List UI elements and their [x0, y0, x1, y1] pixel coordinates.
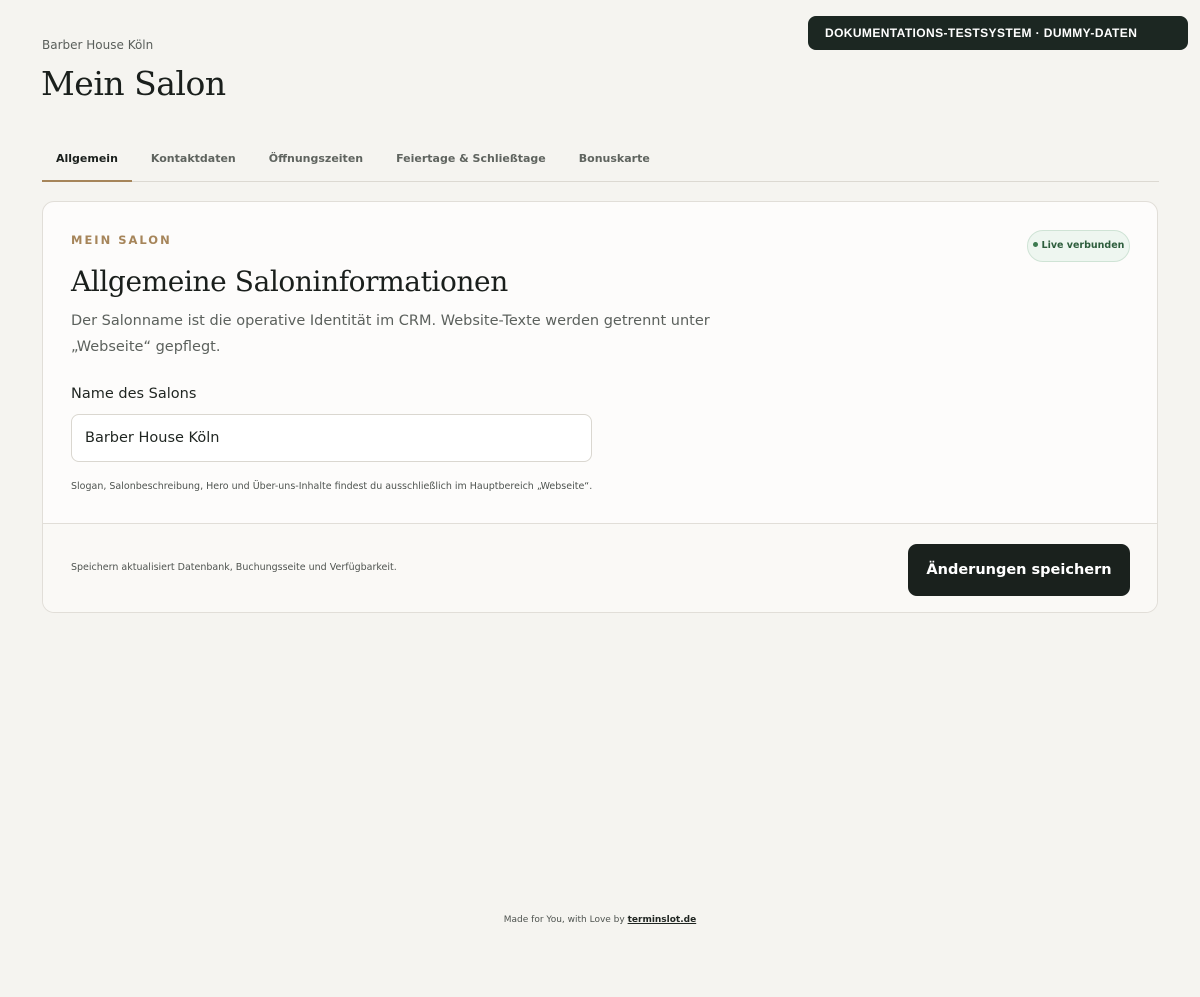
- section-description: Der Salonname ist die operative Identitä…: [71, 313, 710, 355]
- page-footer: Made for You, with Love by terminslot.de: [0, 915, 1200, 925]
- tab-bonuskarte[interactable]: Bonuskarte: [565, 137, 664, 182]
- footer-link[interactable]: terminslot.de: [628, 915, 697, 925]
- salon-name-hint: Slogan, Salonbeschreibung, Hero und Über…: [71, 481, 593, 492]
- salon-name-label: Name des Salons: [71, 386, 197, 402]
- tab-allgemein[interactable]: Allgemein: [42, 137, 132, 182]
- section-eyebrow: MEIN SALON: [71, 233, 172, 247]
- card-footer: Speichern aktualisiert Datenbank, Buchun…: [43, 523, 1157, 612]
- status-dot-icon: [1032, 242, 1038, 247]
- page-title: Mein Salon: [41, 64, 226, 103]
- environment-banner: DOKUMENTATIONS-TESTSYSTEM · DUMMY-DATEN: [808, 16, 1188, 50]
- save-button[interactable]: Änderungen speichern: [908, 544, 1130, 596]
- tab-oeffnungszeiten[interactable]: Öffnungszeiten: [255, 137, 377, 182]
- tab-kontaktdaten[interactable]: Kontaktdaten: [137, 137, 250, 182]
- section-title: Allgemeine Saloninformationen: [71, 265, 508, 298]
- status-badge-label: Live verbunden: [1041, 240, 1125, 251]
- footer-text: Made for You, with Love by: [503, 915, 628, 925]
- settings-tabs: Allgemein Kontaktdaten Öffnungszeiten Fe…: [42, 137, 1159, 182]
- salon-info-card: MEIN SALON Live verbunden Allgemeine Sal…: [42, 201, 1158, 613]
- save-note: Speichern aktualisiert Datenbank, Buchun…: [71, 562, 397, 573]
- salon-name-input[interactable]: [71, 414, 592, 462]
- tab-feiertage-schliesstage[interactable]: Feiertage & Schließtage: [382, 137, 560, 182]
- breadcrumb: Barber House Köln: [42, 38, 154, 52]
- status-badge: Live verbunden: [1027, 230, 1130, 262]
